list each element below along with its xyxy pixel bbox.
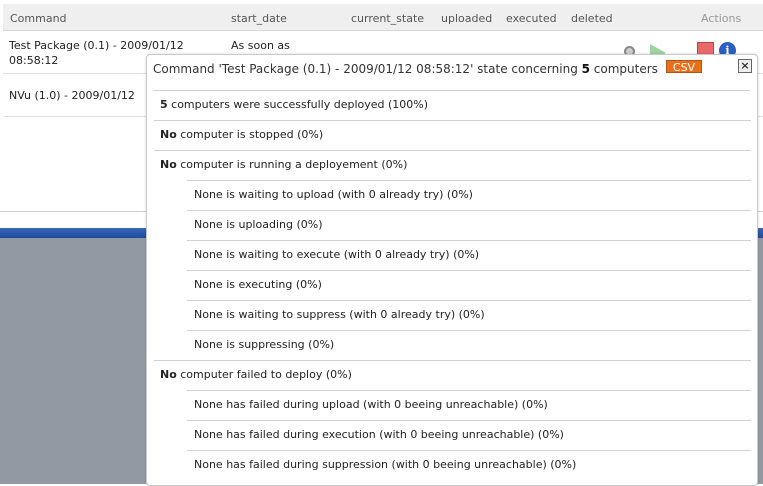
state-text: None is uploading (0%): [194, 218, 323, 231]
state-detail-line: None is waiting to execute (with 0 alrea…: [187, 240, 751, 270]
command-name: Test Package (0.1) - 2009/01/12: [9, 39, 184, 52]
state-summary-line: 5 computers were successfully deployed (…: [154, 90, 751, 120]
state-text: None is waiting to upload (with 0 alread…: [194, 188, 473, 201]
state-count: No: [160, 368, 177, 381]
state-detail-line: None is waiting to upload (with 0 alread…: [187, 180, 751, 210]
column-header-uploaded[interactable]: uploaded: [441, 12, 492, 25]
popup-title-prefix: Command 'Test Package (0.1) - 2009/01/12…: [153, 62, 582, 76]
popup-title-count: 5: [581, 62, 590, 76]
column-header-actions: Actions: [701, 12, 742, 25]
column-header-deleted[interactable]: deleted: [571, 12, 613, 25]
close-button[interactable]: ×: [738, 59, 752, 73]
state-text: None is waiting to execute (with 0 alrea…: [194, 248, 480, 261]
popup-title: Command 'Test Package (0.1) - 2009/01/12…: [153, 62, 658, 76]
state-count: 5: [160, 98, 168, 111]
column-header-command[interactable]: Command: [10, 12, 67, 25]
state-detail-line: None is waiting to suppress (with 0 alre…: [187, 300, 751, 330]
state-summary-line: No computer failed to deploy (0%): [154, 360, 751, 390]
popup-title-suffix: computers: [589, 62, 658, 76]
state-text: computers were successfully deployed (10…: [167, 98, 429, 111]
state-text: None is executing (0%): [194, 278, 322, 291]
column-header-start-date[interactable]: start_date: [231, 12, 287, 25]
state-detail-line: None has failed during execution (with 0…: [187, 420, 751, 450]
command-name: NVu (1.0) - 2009/01/12: [9, 89, 135, 102]
state-detail-line: None has failed during upload (with 0 be…: [187, 390, 751, 420]
command-state-popup: Command 'Test Package (0.1) - 2009/01/12…: [146, 54, 758, 486]
state-detail-line: None is executing (0%): [187, 270, 751, 300]
state-detail-line: None has failed during suppression (with…: [187, 450, 751, 480]
state-summary-line: No computer is stopped (0%): [154, 120, 751, 150]
start-date-cell: As soon as: [231, 39, 290, 52]
csv-export-button[interactable]: CSV: [666, 60, 702, 74]
state-detail-line: None is suppressing (0%): [187, 330, 751, 360]
state-text: None is waiting to suppress (with 0 alre…: [194, 308, 485, 321]
state-summary-line: No computer is running a deployement (0%…: [154, 150, 751, 180]
state-count: No: [160, 158, 177, 171]
state-text: computer is running a deployement (0%): [176, 158, 408, 171]
column-header-current-state[interactable]: current_state: [351, 12, 424, 25]
state-text: computer failed to deploy (0%): [176, 368, 352, 381]
table-header: Command start_date current_state uploade…: [3, 4, 763, 31]
state-text: None has failed during upload (with 0 be…: [194, 398, 548, 411]
state-detail-line: None is uploading (0%): [187, 210, 751, 240]
state-text: computer is stopped (0%): [176, 128, 324, 141]
state-text: None has failed during execution (with 0…: [194, 428, 564, 441]
state-count: No: [160, 128, 177, 141]
column-header-executed[interactable]: executed: [506, 12, 557, 25]
state-text: None has failed during suppression (with…: [194, 458, 577, 471]
state-text: None is suppressing (0%): [194, 338, 335, 351]
